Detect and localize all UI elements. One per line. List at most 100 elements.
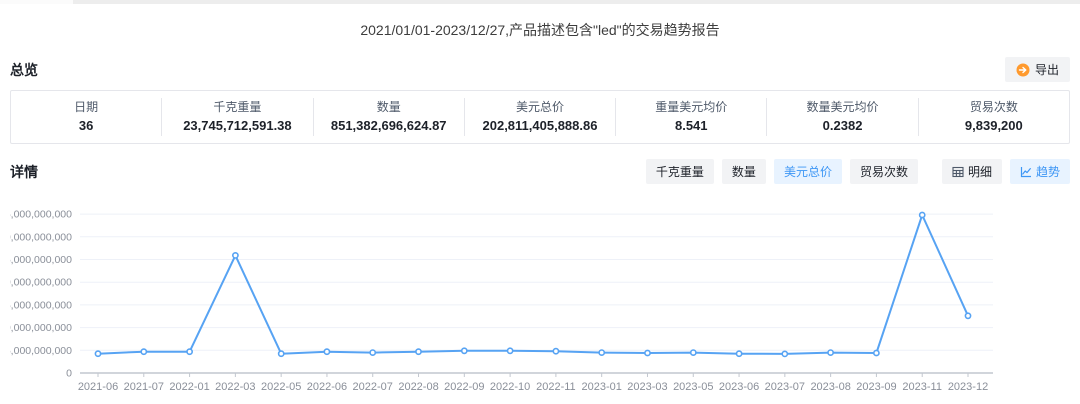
view-tabs: 明细 趋势 [934, 159, 1070, 184]
stat-value: 851,382,696,624.87 [330, 118, 447, 133]
stat-value: 8.541 [674, 118, 708, 133]
table-icon [952, 166, 964, 178]
stat-column: 美元总价 202,811,405,888.86 [463, 98, 615, 136]
tab-美元总价[interactable]: 美元总价 [773, 159, 842, 184]
stat-label: 美元总价 [515, 100, 564, 114]
stat-label: 数量美元均价 [806, 100, 879, 114]
top-edge-strip [73, 0, 1080, 4]
data-point[interactable] [140, 348, 148, 356]
data-point[interactable] [873, 349, 880, 357]
data-point[interactable] [460, 347, 468, 355]
metric-tabs: 千克重量 数量 美元总价 贸易次数 [638, 159, 918, 184]
stat-value: 36 [78, 118, 94, 133]
stat-label: 重量美元均价 [655, 100, 728, 114]
svg-text:5,000,000,000: 5,000,000,000 [10, 345, 72, 357]
overview-stats-card: 日期 36 千克重量 23,745,712,591.38 数量 851,382,696,6… [10, 90, 1070, 144]
line-chart-svg[interactable]: 0 5,000,000,000 10,000,000,000 15,000,000,0… [0, 196, 1070, 404]
data-point[interactable] [186, 348, 193, 356]
svg-text:10,000,000,000: 10,000,000,000 [10, 322, 72, 334]
stat-label: 日期 [74, 100, 99, 114]
tab-label: 美元总价 [783, 165, 832, 179]
data-point[interactable] [94, 350, 102, 358]
data-point[interactable] [644, 349, 651, 357]
stat-column: 重量美元均价 8.541 [615, 98, 766, 136]
data-point[interactable] [323, 348, 331, 356]
data-point[interactable] [506, 347, 514, 355]
svg-text:2022-05: 2022-05 [261, 381, 301, 393]
tab-label: 千克重量 [655, 165, 704, 179]
data-point[interactable] [964, 312, 972, 320]
svg-text:35,000,000,000: 35,000,000,000 [10, 209, 72, 221]
data-point[interactable] [231, 252, 239, 259]
top-edge-left [0, 0, 73, 4]
series-line [97, 214, 969, 355]
stat-value: 0.2382 [822, 118, 863, 133]
svg-text:2022-09: 2022-09 [444, 381, 484, 393]
data-point[interactable] [415, 348, 422, 356]
stat-label: 数量 [376, 100, 401, 114]
svg-text:2023-06: 2023-06 [719, 381, 759, 393]
trend-icon [1020, 166, 1032, 178]
svg-text:2022-07: 2022-07 [353, 381, 393, 393]
svg-text:2021-07: 2021-07 [124, 381, 164, 393]
page-title: 2021/01/01-2023/12/27,产品描述包含"led"的交易趋势报告 [360, 22, 720, 38]
stat-column: 数量美元均价 0.2382 [766, 98, 917, 136]
svg-text:25,000,000,000: 25,000,000,000 [10, 254, 72, 266]
data-point[interactable] [918, 211, 926, 219]
svg-text:2022-06: 2022-06 [307, 381, 347, 393]
svg-text:2023-11: 2023-11 [902, 381, 942, 393]
data-point[interactable] [552, 347, 560, 355]
data-point[interactable] [277, 350, 285, 358]
svg-text:20,000,000,000: 20,000,000,000 [10, 277, 72, 289]
details-tabs: 千克重量 数量 美元总价 贸易次数 明细 趋势 [638, 159, 1070, 184]
tab-label: 数量 [731, 165, 756, 179]
stat-column: 千克重量 23,745,712,591.38 [161, 98, 312, 136]
svg-text:2023-09: 2023-09 [856, 381, 896, 393]
export-button[interactable]: 导出 [1004, 57, 1070, 82]
tab-label: 贸易次数 [859, 165, 908, 179]
overview-heading: 总览 [10, 61, 38, 78]
tab-明细[interactable]: 明细 [941, 159, 1002, 184]
data-point[interactable] [369, 349, 377, 356]
stat-value: 9,839,200 [964, 118, 1023, 133]
tab-千克重量[interactable]: 千克重量 [645, 159, 714, 184]
data-point[interactable] [598, 349, 606, 356]
svg-text:2023-07: 2023-07 [765, 381, 805, 393]
x-axis: 2021-06 2021-07 2022-01 2022-03 2022-05 2022-… [78, 372, 993, 393]
y-axis-labels: 0 5,000,000,000 10,000,000,000 15,000,000,0… [0, 209, 72, 380]
svg-text:2022-03: 2022-03 [215, 381, 255, 393]
svg-text:2023-01: 2023-01 [581, 381, 621, 393]
svg-text:2023-03: 2023-03 [627, 381, 667, 393]
svg-text:2022-01: 2022-01 [169, 381, 209, 393]
data-point[interactable] [781, 350, 789, 358]
svg-text:2023-08: 2023-08 [810, 381, 850, 393]
stat-column: 数量 851,382,696,624.87 [312, 98, 464, 136]
tab-数量[interactable]: 数量 [721, 159, 766, 184]
export-button-label: 导出 [1034, 63, 1059, 77]
data-point[interactable] [735, 350, 743, 358]
tab-label: 明细 [967, 165, 992, 179]
svg-text:2021-06: 2021-06 [78, 381, 118, 393]
tab-贸易次数[interactable]: 贸易次数 [849, 159, 918, 184]
gridlines [80, 213, 993, 351]
data-point[interactable] [689, 349, 697, 356]
svg-text:15,000,000,000: 15,000,000,000 [10, 299, 72, 311]
data-points [94, 211, 972, 358]
export-icon [1016, 63, 1030, 77]
svg-text:30,000,000,000: 30,000,000,000 [10, 231, 72, 243]
svg-text:2023-05: 2023-05 [673, 381, 713, 393]
svg-text:2022-08: 2022-08 [398, 381, 438, 393]
stat-value: 23,745,712,591.38 [183, 118, 292, 133]
svg-text:2023-12: 2023-12 [948, 381, 988, 393]
trend-chart[interactable]: 0 5,000,000,000 10,000,000,000 15,000,000,0… [0, 196, 1070, 404]
data-point[interactable] [827, 349, 834, 356]
stat-value: 202,811,405,888.86 [482, 118, 598, 133]
tab-label: 趋势 [1035, 165, 1060, 179]
details-heading: 详情 [10, 163, 38, 180]
stat-label: 千克重量 [213, 100, 262, 114]
svg-text:2022-10: 2022-10 [490, 381, 530, 393]
stat-label: 贸易次数 [969, 100, 1018, 114]
stat-column: 日期 36 [11, 98, 161, 136]
stat-column: 贸易次数 9,839,200 [917, 98, 1069, 136]
tab-趋势[interactable]: 趋势 [1009, 159, 1070, 184]
